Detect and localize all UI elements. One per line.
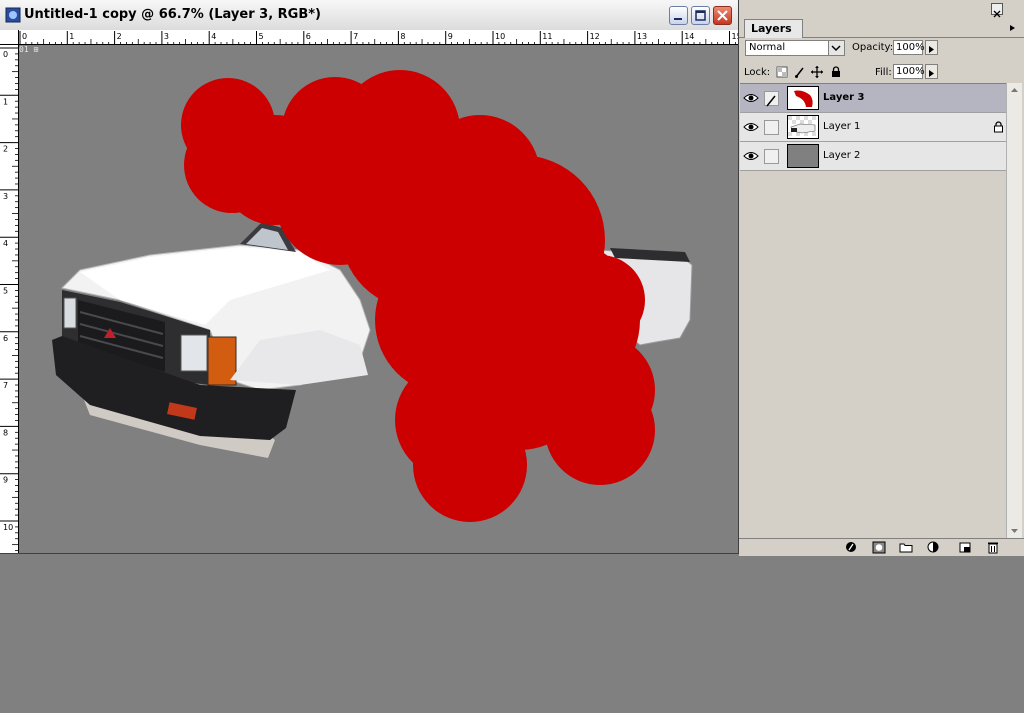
panel-menu-arrow-icon[interactable] — [1005, 22, 1019, 34]
lock-all-icon[interactable] — [830, 66, 842, 78]
layer-name-layer-3: Layer 3 — [823, 92, 865, 103]
ruler-number: 2 — [117, 32, 122, 41]
ruler-number: 5 — [259, 32, 264, 41]
scroll-down-arrow-icon[interactable] — [1007, 524, 1022, 538]
eye-icon[interactable] — [743, 148, 759, 164]
ruler-number: 4 — [211, 32, 216, 41]
ruler-number: 5 — [3, 287, 8, 296]
ruler-number: 0 — [3, 50, 8, 59]
maximize-button[interactable] — [691, 6, 710, 25]
ruler-number: 7 — [3, 381, 8, 390]
ruler-number: 6 — [306, 32, 311, 41]
ruler-number: 6 — [3, 334, 8, 343]
layer-style-icon[interactable] — [845, 541, 859, 554]
eye-icon[interactable] — [743, 119, 759, 135]
blend-mode-select[interactable]: Normal — [745, 40, 845, 56]
lock-paint-brush-icon[interactable] — [794, 66, 806, 78]
lock-label: Lock: — [744, 67, 771, 78]
layer-row-layer-3[interactable]: Layer 3 — [740, 84, 1006, 113]
layers-scrollbar[interactable] — [1006, 83, 1022, 538]
ruler-number: 12 — [590, 32, 600, 41]
panel-titlebar[interactable] — [739, 0, 1024, 18]
layer-thumbnail-layer-2 — [787, 144, 819, 168]
layer-lock-icon — [994, 121, 1003, 133]
opacity-field[interactable]: 100% — [893, 40, 925, 55]
horizontal-ruler-ticks: 0123456789101112131415 — [19, 31, 742, 45]
panel-tab-bar: Layers — [739, 18, 1024, 38]
canvas-mode-indicator: 01 ⊞ — [19, 45, 39, 54]
ruler-number: 14 — [684, 32, 694, 41]
fill-slider-button[interactable] — [925, 64, 938, 79]
ruler-number: 8 — [3, 428, 8, 437]
layers-panel-footer — [739, 538, 1024, 556]
new-group-folder-icon[interactable] — [899, 541, 913, 554]
trash-icon[interactable] — [986, 541, 1000, 554]
ruler-number: 9 — [3, 476, 8, 485]
layers-panel: Layers Normal Opacity: 100% Lock: Fill: … — [739, 0, 1024, 556]
ruler-number: 3 — [3, 192, 8, 201]
layer-thumbnail-layer-3 — [787, 86, 819, 110]
document-title: Untitled-1 copy @ 66.7% (Layer 3, RGB*) — [24, 7, 322, 22]
layer-name-layer-2: Layer 2 — [823, 150, 861, 161]
layer-name-layer-1: Layer 1 — [823, 121, 861, 132]
opacity-slider-button[interactable] — [925, 40, 938, 55]
layer-row-layer-1[interactable]: Layer 1 — [740, 113, 1006, 142]
tab-layers[interactable]: Layers — [744, 19, 803, 38]
horizontal-ruler[interactable]: 0123456789101112131415 — [0, 30, 742, 45]
chevron-down-icon — [828, 41, 844, 55]
ruler-number: 3 — [164, 32, 169, 41]
opacity-label: Opacity: — [852, 42, 894, 53]
lock-move-icon[interactable] — [811, 66, 823, 78]
layer-mask-icon[interactable] — [872, 541, 886, 554]
ruler-number: 4 — [3, 239, 8, 248]
arrow-right-icon — [929, 46, 934, 53]
ruler-number: 7 — [353, 32, 358, 41]
maximize-icon — [695, 10, 706, 21]
fill-label: Fill: — [875, 67, 892, 78]
ruler-number: 1 — [69, 32, 74, 41]
ruler-number: 1 — [3, 97, 8, 106]
close-button[interactable] — [713, 6, 732, 25]
blend-mode-value: Normal — [749, 42, 786, 53]
vertical-ruler[interactable]: 0 1 2 3 4 5 6 7 8 9 10 — [0, 30, 19, 553]
ruler-number: 0 — [22, 32, 27, 41]
layers-list: Layer 3 Layer 1 Layer 2 — [740, 83, 1006, 539]
link-cell[interactable] — [764, 149, 779, 164]
ruler-number: 10 — [495, 32, 505, 41]
ruler-origin-corner[interactable] — [0, 30, 19, 45]
canvas-artwork — [52, 70, 693, 522]
brush-active-cell[interactable] — [764, 91, 779, 107]
photoshop-app-icon — [5, 7, 21, 23]
lock-transparency-icon[interactable] — [776, 66, 788, 78]
vertical-ruler-ticks: 0 1 2 3 4 5 6 7 8 9 10 — [0, 47, 18, 551]
ruler-number: 8 — [400, 32, 405, 41]
paint-brush-icon — [766, 95, 776, 107]
canvas[interactable] — [19, 45, 736, 551]
minimize-icon — [674, 18, 682, 20]
link-cell[interactable] — [764, 120, 779, 135]
adjustment-layer-icon[interactable] — [927, 541, 941, 554]
scroll-up-arrow-icon[interactable] — [1007, 83, 1022, 97]
document-titlebar[interactable]: Untitled-1 copy @ 66.7% (Layer 3, RGB*) — [0, 0, 738, 31]
ruler-number: 15 — [732, 32, 739, 41]
ruler-number: 10 — [3, 523, 13, 532]
panel-close-button[interactable] — [991, 3, 1003, 18]
document-window: Untitled-1 copy @ 66.7% (Layer 3, RGB*) … — [0, 0, 742, 554]
ruler-number: 11 — [542, 32, 552, 41]
eye-icon[interactable] — [743, 90, 759, 106]
layer-row-layer-2[interactable]: Layer 2 — [740, 142, 1006, 171]
ruler-number: 9 — [448, 32, 453, 41]
fill-field[interactable]: 100% — [893, 64, 925, 79]
minimize-button[interactable] — [669, 6, 688, 25]
new-layer-icon[interactable] — [958, 541, 972, 554]
ruler-number: 13 — [637, 32, 647, 41]
layer-thumbnail-layer-1 — [787, 115, 819, 139]
ruler-number: 2 — [3, 145, 8, 154]
arrow-right-icon — [929, 70, 934, 77]
close-icon — [717, 10, 728, 21]
